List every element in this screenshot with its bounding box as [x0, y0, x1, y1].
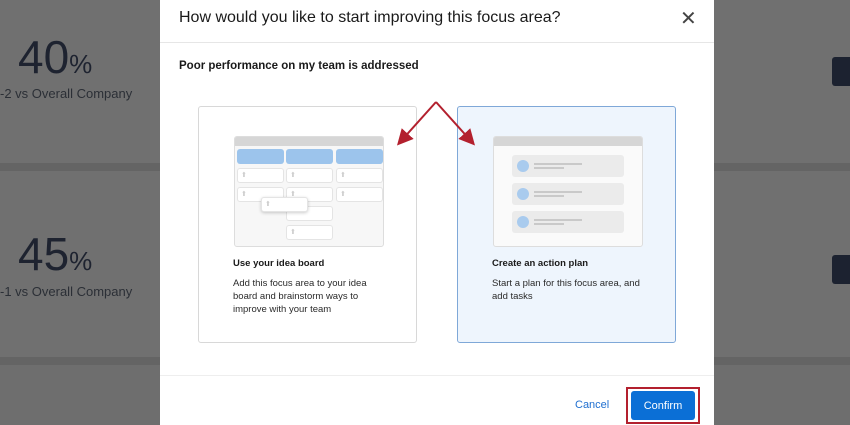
divider	[160, 375, 714, 376]
stat-number: 45	[18, 228, 70, 280]
option-title: Use your idea board	[233, 258, 325, 269]
stat-value: 45%	[18, 227, 92, 281]
background-button[interactable]	[832, 57, 850, 86]
option-description: Add this focus area to your idea board a…	[233, 278, 367, 315]
confirm-button[interactable]: Confirm	[631, 391, 695, 420]
stat-unit: %	[69, 49, 93, 79]
stat-comparison: -2 vs Overall Company	[0, 86, 133, 101]
option-action-plan[interactable]: Create an action plan Start a plan for t…	[457, 106, 676, 343]
option-idea-board[interactable]: ⬆ ⬆ ⬆ ⬆ ⬆ ⬆ ⬆ ⬆ Use your idea board Add …	[198, 106, 417, 343]
option-title: Create an action plan	[492, 258, 589, 269]
stat-number: 40	[18, 31, 70, 83]
focus-area-title: Poor performance on my team is addressed	[179, 60, 419, 72]
dialog-title: How would you like to start improving th…	[179, 9, 561, 26]
cancel-button[interactable]: Cancel	[575, 399, 609, 411]
option-description: Start a plan for this focus area, and ad…	[492, 278, 640, 302]
close-icon[interactable]: ✕	[680, 6, 697, 31]
action-plan-illustration	[493, 136, 643, 247]
stat-comparison: -1 vs Overall Company	[0, 284, 133, 299]
background-button[interactable]	[832, 255, 850, 284]
idea-board-illustration: ⬆ ⬆ ⬆ ⬆ ⬆ ⬆ ⬆ ⬆	[234, 136, 384, 247]
stat-value: 40%	[18, 30, 92, 84]
divider	[160, 42, 714, 43]
stat-unit: %	[69, 246, 93, 276]
modal-dialog: How would you like to start improving th…	[160, 0, 714, 425]
